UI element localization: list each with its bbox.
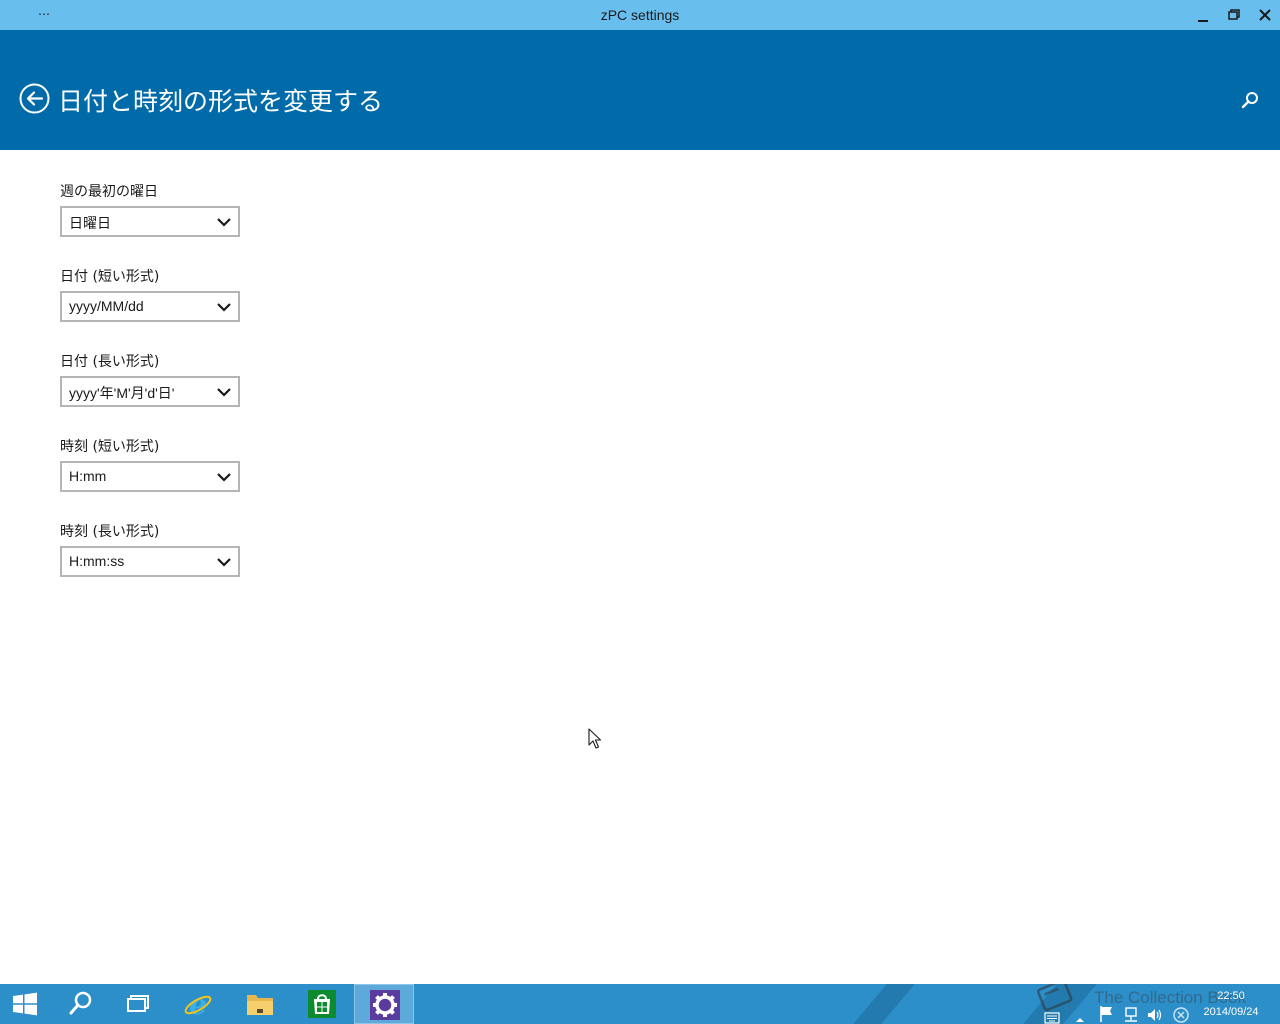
show-hidden-icons-chevron[interactable] <box>1075 1000 1085 1024</box>
dropdown-value: H:mm <box>69 468 107 484</box>
network-icon[interactable] <box>1122 995 1140 1024</box>
keyboard-icon[interactable] <box>1044 998 1060 1024</box>
volume-icon[interactable] <box>1146 995 1164 1024</box>
close-button[interactable] <box>1250 0 1280 30</box>
dropdown-value: H:mm:ss <box>69 553 125 569</box>
first-day-of-week-label: 週の最初の曜日 <box>60 184 158 200</box>
restore-icon <box>1228 9 1240 20</box>
restore-button[interactable] <box>1219 0 1249 30</box>
long-time-dropdown[interactable]: H:mm:ss <box>60 546 240 577</box>
search-icon <box>69 991 92 1015</box>
clock-time: 22:50 <box>1217 990 1245 1002</box>
file-explorer-button[interactable] <box>230 984 290 1024</box>
long-date-label: 日付 (長い形式) <box>60 354 160 370</box>
chevron-down-icon <box>217 218 231 227</box>
clock-date: 2014/09/24 <box>1203 1006 1259 1018</box>
short-time-label: 時刻 (短い形式) <box>60 439 160 455</box>
page-header: 日付と時刻の形式を変更する <box>0 30 1280 150</box>
chevron-down-icon <box>217 388 231 397</box>
back-button[interactable] <box>19 83 50 114</box>
taskbar-clock[interactable]: 22:50 2014/09/24 <box>1196 988 1266 1020</box>
dropdown-value: 日曜日 <box>69 215 111 231</box>
internet-explorer-icon: e <box>184 988 212 1020</box>
short-time-dropdown[interactable]: H:mm <box>60 461 240 492</box>
window-title: zPC settings <box>600 7 680 23</box>
settings-gear-icon <box>370 990 400 1020</box>
chevron-down-icon <box>217 473 231 482</box>
close-icon <box>1259 9 1271 21</box>
search-button[interactable] <box>1240 90 1260 110</box>
short-date-label: 日付 (短い形式) <box>60 269 160 285</box>
minimize-button[interactable] <box>1188 0 1218 30</box>
action-center-flag-icon[interactable] <box>1098 994 1114 1024</box>
taskbar-search-button[interactable] <box>50 984 110 1024</box>
dropdown-value: yyyy'年'M'月'd'日' <box>69 385 175 401</box>
internet-explorer-button[interactable]: e <box>168 984 228 1024</box>
mouse-cursor-icon <box>588 728 602 749</box>
task-view-button[interactable] <box>108 984 168 1024</box>
store-icon <box>308 990 336 1018</box>
file-explorer-icon <box>247 995 273 1015</box>
chevron-down-icon <box>217 303 231 312</box>
close-circle-icon[interactable] <box>1172 995 1190 1024</box>
search-icon <box>1241 92 1258 109</box>
taskbar: e The Collection Book 22:50 2014/09/24 <box>0 984 1280 1024</box>
chevron-down-icon <box>217 558 231 567</box>
store-button[interactable] <box>292 984 352 1024</box>
window-titlebar: … zPC settings <box>0 0 1280 30</box>
page-title: 日付と時刻の形式を変更する <box>58 87 384 116</box>
long-time-label: 時刻 (長い形式) <box>60 524 160 540</box>
taskbar-decoration <box>853 984 915 1024</box>
short-date-dropdown[interactable]: yyyy/MM/dd <box>60 291 240 322</box>
start-button[interactable] <box>0 984 55 1024</box>
first-day-of-week-dropdown[interactable]: 日曜日 <box>60 206 240 237</box>
long-date-dropdown[interactable]: yyyy'年'M'月'd'日' <box>60 376 240 407</box>
settings-app-button[interactable] <box>354 984 414 1024</box>
minimize-icon <box>1198 20 1208 22</box>
dropdown-value: yyyy/MM/dd <box>69 298 144 314</box>
task-view-icon <box>127 995 149 1012</box>
windows-start-icon <box>13 992 37 1016</box>
back-arrow-icon <box>19 83 50 114</box>
